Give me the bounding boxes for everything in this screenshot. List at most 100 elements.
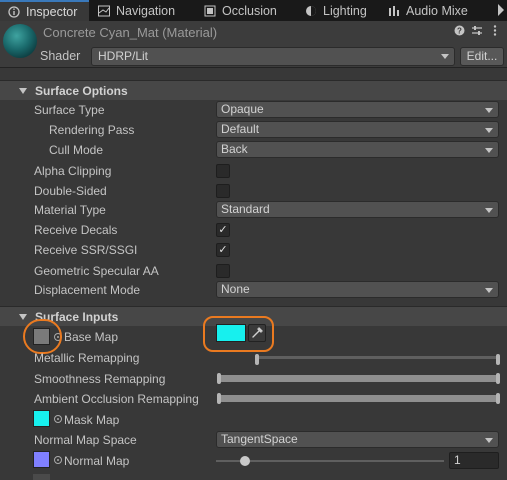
normal-map-space-dropdown[interactable]: TangentSpace — [216, 431, 499, 448]
receive-ssr-checkbox[interactable]: ✓ — [216, 243, 230, 257]
receive-ssr-label: Receive SSR/SSGI — [34, 243, 138, 257]
header-icons: ? — [453, 25, 501, 39]
ao-range-slider[interactable] — [217, 393, 500, 404]
section-title: Surface Options — [35, 83, 128, 98]
chevron-down-icon — [485, 438, 493, 443]
next-texture-slot[interactable] — [33, 474, 50, 480]
surface-type-row: Surface Type Opaque — [0, 100, 507, 120]
object-picker-icon[interactable] — [54, 456, 62, 464]
receive-decals-row: Receive Decals ✓ — [0, 220, 507, 240]
inspector-icon — [7, 5, 20, 18]
chevron-down-icon — [485, 128, 493, 133]
dropdown-value: TangentSpace — [221, 432, 298, 446]
displacement-mode-row: Displacement Mode None — [0, 280, 507, 300]
normal-map-space-label: Normal Map Space — [34, 433, 137, 447]
tab-audio-mixer[interactable]: Audio Mixe — [387, 0, 493, 21]
cull-mode-row: Cull Mode Back — [0, 140, 507, 160]
tab-occlusion[interactable]: Occlusion — [203, 0, 297, 21]
chevron-down-icon — [485, 208, 493, 213]
metallic-remapping-label: Metallic Remapping — [34, 351, 140, 365]
double-sided-label: Double-Sided — [34, 184, 107, 198]
edit-shader-button[interactable]: Edit... — [460, 47, 504, 66]
mask-map-row: Mask Map — [0, 410, 507, 430]
material-type-dropdown[interactable]: Standard — [216, 201, 499, 218]
svg-text:?: ? — [457, 27, 462, 36]
color-swatch-callout-highlight — [203, 316, 274, 352]
shader-dropdown[interactable]: HDRP/Lit — [91, 47, 455, 66]
alpha-clipping-row: Alpha Clipping — [0, 161, 507, 181]
alpha-clipping-label: Alpha Clipping — [34, 164, 112, 178]
metallic-remapping-row: Metallic Remapping — [0, 349, 507, 369]
tab-inspector[interactable]: Inspector — [0, 0, 89, 21]
normal-map-texture-slot[interactable] — [33, 451, 50, 468]
audio-mixer-icon — [387, 5, 400, 17]
help-icon[interactable]: ? — [453, 25, 465, 39]
alpha-clipping-checkbox[interactable] — [216, 164, 230, 178]
displacement-mode-dropdown[interactable]: None — [216, 281, 499, 298]
navigation-icon — [97, 5, 110, 17]
presets-icon[interactable] — [471, 25, 483, 39]
occlusion-icon — [203, 5, 216, 17]
tab-label: Navigation — [116, 3, 176, 18]
dropdown-value: Standard — [221, 202, 270, 216]
foldout-arrow-icon — [19, 87, 27, 94]
cull-mode-label: Cull Mode — [49, 143, 104, 157]
rendering-pass-row: Rendering Pass Default — [0, 120, 507, 140]
geometric-specular-aa-label: Geometric Specular AA — [34, 264, 159, 278]
geometric-specular-aa-row: Geometric Specular AA — [0, 261, 507, 281]
mask-map-texture-slot[interactable] — [33, 410, 50, 427]
tab-label: Occlusion — [222, 3, 277, 18]
dropdown-value: Default — [221, 122, 260, 136]
mask-map-label: Mask Map — [64, 413, 120, 427]
dropdown-value: Back — [221, 142, 248, 156]
receive-decals-label: Receive Decals — [34, 223, 118, 237]
surface-type-label: Surface Type — [34, 103, 105, 117]
dropdown-value: None — [221, 282, 250, 296]
normal-strength-field[interactable]: 1 — [449, 452, 499, 469]
displacement-mode-label: Displacement Mode — [34, 283, 141, 297]
tab-label: Audio Mixe — [406, 3, 468, 18]
smoothness-range-slider[interactable] — [217, 373, 500, 384]
ao-remapping-label: Ambient Occlusion Remapping — [34, 392, 199, 406]
chevron-down-icon — [485, 108, 493, 113]
tab-overflow-arrow-icon[interactable] — [498, 4, 504, 16]
chevron-down-icon — [441, 54, 449, 59]
double-sided-checkbox[interactable] — [216, 184, 230, 198]
tab-label: Inspector — [26, 4, 78, 19]
smoothness-remapping-label: Smoothness Remapping — [34, 372, 166, 386]
object-picker-icon[interactable] — [54, 415, 62, 423]
more-options-icon[interactable] — [489, 25, 501, 39]
normal-map-space-row: Normal Map Space TangentSpace — [0, 430, 507, 450]
normal-strength-slider-track[interactable] — [216, 460, 444, 462]
rendering-pass-dropdown[interactable]: Default — [216, 121, 499, 138]
metallic-range-slider[interactable] — [255, 354, 500, 365]
smoothness-remapping-row: Smoothness Remapping — [0, 369, 507, 389]
dropdown-value: Opaque — [221, 102, 264, 116]
lighting-icon — [304, 5, 317, 17]
base-map-label: Base Map — [64, 330, 119, 344]
chevron-down-icon — [485, 288, 493, 293]
normal-strength-slider-handle[interactable] — [240, 456, 250, 466]
cull-mode-dropdown[interactable]: Back — [216, 141, 499, 158]
ao-remapping-row: Ambient Occlusion Remapping — [0, 389, 507, 409]
foldout-arrow-icon — [19, 313, 27, 320]
tab-label: Lighting — [323, 3, 367, 18]
double-sided-row: Double-Sided — [0, 181, 507, 201]
surface-options-header[interactable]: Surface Options — [0, 80, 507, 100]
material-type-label: Material Type — [34, 203, 106, 217]
material-preview-icon — [3, 24, 37, 58]
material-header: Concrete Cyan_Mat (Material) ? Shader HD… — [0, 21, 507, 68]
tab-bar: Inspector Navigation Occlusion Lighting … — [0, 0, 507, 21]
receive-ssr-row: Receive SSR/SSGI ✓ — [0, 240, 507, 260]
material-title: Concrete Cyan_Mat (Material) — [43, 25, 218, 40]
tab-navigation[interactable]: Navigation — [97, 0, 195, 21]
surface-type-dropdown[interactable]: Opaque — [216, 101, 499, 118]
shader-label: Shader — [40, 49, 81, 63]
tab-lighting[interactable]: Lighting — [304, 0, 382, 21]
rendering-pass-label: Rendering Pass — [49, 123, 135, 137]
chevron-down-icon — [485, 148, 493, 153]
receive-decals-checkbox[interactable]: ✓ — [216, 223, 230, 237]
geometric-specular-aa-checkbox[interactable] — [216, 264, 230, 278]
shader-value: HDRP/Lit — [98, 49, 149, 63]
normal-map-label: Normal Map — [64, 454, 130, 468]
